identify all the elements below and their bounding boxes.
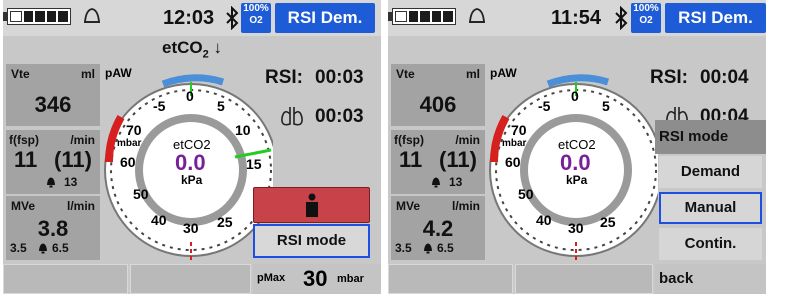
frequency-alarm-limit: 13: [449, 175, 463, 189]
mve-low-limit: 3.5: [395, 241, 412, 255]
person-icon: [306, 193, 318, 217]
menu-item-demand[interactable]: Demand: [659, 156, 762, 188]
etco2-unit: kPa: [181, 173, 203, 187]
rsi-label: RSI:: [650, 67, 688, 88]
rsi-label: RSI:: [265, 67, 303, 88]
paw-label: pAW: [490, 66, 517, 80]
tick-label: -5: [153, 98, 166, 114]
mve-tile[interactable]: MVe l/min 3.8 3.5 6.5: [6, 196, 100, 260]
tick-label: 25: [217, 214, 233, 230]
clock: 12:03: [163, 7, 215, 29]
mve-value: 4.2: [422, 216, 454, 241]
alarm-bell-icon: [39, 243, 47, 254]
vte-tile[interactable]: Vte ml 346: [6, 64, 100, 126]
lungs-icon: [281, 107, 303, 126]
rsi-timer: 00:03: [315, 67, 364, 88]
rsi-timer-2: 00:03: [315, 106, 364, 127]
battery-icon: [7, 8, 71, 25]
menu-back-button[interactable]: back: [655, 264, 766, 294]
o2-concentration-badge: 100% O2: [241, 3, 271, 33]
softkey-2[interactable]: [130, 264, 251, 294]
tick-label: 10: [235, 122, 251, 138]
rsi-mode-menu-title: RSI mode: [655, 120, 766, 154]
frequency-value: 11: [14, 147, 38, 172]
tick-label: 25: [600, 214, 616, 230]
bluetooth-icon: [226, 6, 239, 30]
frequency-tile[interactable]: f(fsp) /min 11 (11) 13: [391, 130, 485, 194]
frequency-alarm-limit: 13: [64, 175, 78, 189]
mve-low-limit: 3.5: [10, 241, 27, 255]
pmax-display[interactable]: pMax 30 mbar: [253, 264, 381, 294]
paw-label: pAW: [105, 66, 132, 80]
o2-concentration-badge: 100% O2: [631, 3, 661, 33]
rsi-mode-button[interactable]: RSI mode: [253, 224, 370, 258]
tick-label: 60: [505, 154, 521, 170]
alarm-bell-icon[interactable]: [467, 6, 487, 28]
softkey-1[interactable]: [388, 264, 513, 294]
mve-high-limit: 6.5: [437, 241, 454, 255]
menu-item-manual[interactable]: Manual: [659, 192, 762, 224]
tick-label: 50: [133, 186, 149, 202]
right-ventilator-screen: 11:54 100% O2 RSI Dem. Vte ml 406 f(fsp) …: [388, 0, 766, 294]
softkey-2[interactable]: [515, 264, 653, 294]
alarm-bell-icon: [47, 177, 55, 188]
mve-tile[interactable]: MVe l/min 4.2 3.5 6.5: [391, 196, 485, 260]
vte-tile[interactable]: Vte ml 406: [391, 64, 485, 126]
frequency-set-value: (11): [54, 147, 92, 172]
bluetooth-icon: [615, 6, 628, 30]
tick-label: 30: [183, 220, 199, 236]
battery-icon: [392, 8, 456, 25]
tick-label: 30: [568, 220, 584, 236]
tick-label: -5: [538, 98, 551, 114]
ventilation-mode-title: RSI Dem.: [665, 3, 766, 33]
rsi-timer: 00:04: [700, 67, 749, 88]
tick-label: 0: [186, 88, 194, 104]
vte-value: 346: [34, 92, 72, 117]
mve-value: 3.8: [37, 216, 69, 241]
vte-value: 406: [419, 92, 457, 117]
clock: 11:54: [551, 7, 602, 29]
subtitle-etco2: etCO2 ↓: [162, 38, 222, 61]
left-ventilator-screen: 12:03 100% O2 RSI Dem. etCO2 ↓ Vte ml 346…: [3, 0, 381, 294]
etco2-unit: kPa: [566, 173, 588, 187]
pmax-value: 30: [303, 266, 328, 291]
frequency-value: 11: [399, 147, 423, 172]
menu-item-contin[interactable]: Contin.: [659, 228, 762, 260]
tick-label: 5: [602, 98, 610, 114]
frequency-set-value: (11): [439, 147, 477, 172]
mbar-label: mbar: [117, 138, 142, 149]
status-bar: 12:03 100% O2 RSI Dem.: [3, 0, 381, 36]
mbar-label: mbar: [502, 138, 527, 149]
tick-label: 50: [518, 186, 534, 202]
tick-label: 5: [217, 98, 225, 114]
ventilation-mode-title: RSI Dem.: [275, 3, 375, 33]
tick-label: 15: [246, 156, 262, 172]
tick-label: 70: [126, 122, 142, 138]
alarm-bell-icon[interactable]: [82, 6, 102, 28]
alarm-bell-icon: [424, 243, 432, 254]
frequency-tile[interactable]: f(fsp) /min 11 (11) 13: [6, 130, 100, 194]
tick-label: 40: [536, 212, 552, 228]
tick-label: 70: [511, 122, 527, 138]
alarm-bell-icon: [432, 177, 440, 188]
status-bar: 11:54 100% O2 RSI Dem.: [388, 0, 766, 36]
tick-label: 60: [120, 154, 136, 170]
patient-type-button[interactable]: [253, 187, 370, 223]
tick-label: 0: [571, 88, 579, 104]
mve-high-limit: 6.5: [52, 241, 69, 255]
softkey-1[interactable]: [3, 264, 128, 294]
tick-label: 40: [151, 212, 167, 228]
